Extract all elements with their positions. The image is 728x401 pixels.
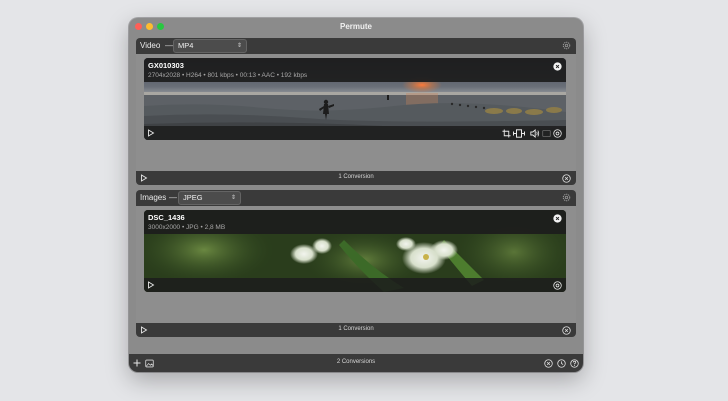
images-format-select[interactable]: JPEG ⇕ — [178, 191, 241, 205]
close-circle-icon[interactable] — [544, 358, 553, 368]
play-icon[interactable] — [147, 281, 155, 289]
image-card-toolbar — [144, 278, 566, 292]
history-icon[interactable] — [557, 358, 566, 368]
images-section-dash: — — [169, 193, 177, 202]
subtitle-icon[interactable] — [542, 129, 551, 138]
video-section-label: Video — [140, 41, 161, 50]
images-section: Images — JPEG ⇕ DSC_1436 3000x2000 • JPG… — [136, 190, 576, 337]
images-format-value: JPEG — [183, 193, 203, 202]
video-format-select[interactable]: MP4 ⇕ — [173, 39, 247, 53]
images-section-label: Images — [140, 193, 167, 202]
app-window: Permute Video — MP4 ⇕ GX010303 2704x2028… — [129, 18, 583, 372]
crop-icon[interactable] — [502, 129, 511, 138]
images-conversion-count: 1 Conversion — [338, 326, 374, 332]
video-card-toolbar — [144, 126, 566, 140]
gear-icon[interactable] — [562, 193, 571, 202]
video-file-meta: 2704x2028 • H264 • 801 kbps • 00:13 • AA… — [148, 72, 308, 79]
image-card-info: DSC_1436 3000x2000 • JPG • 2,8 MB — [144, 210, 566, 234]
minimize-window-button[interactable] — [146, 23, 153, 30]
image-file-meta: 3000x2000 • JPG • 2,8 MB — [148, 224, 226, 231]
close-window-button[interactable] — [135, 23, 142, 30]
volume-icon[interactable] — [530, 129, 540, 138]
help-icon[interactable] — [570, 358, 579, 368]
image-file-name: DSC_1436 — [148, 213, 185, 222]
zoom-window-button[interactable] — [157, 23, 164, 30]
video-section-dash: — — [165, 41, 173, 50]
video-card-info: GX010303 2704x2028 • H264 • 801 kbps • 0… — [144, 58, 566, 82]
bottom-bar: 2 Conversions — [129, 354, 583, 372]
settings-circle-icon[interactable] — [553, 280, 562, 290]
close-circle-icon[interactable] — [562, 173, 571, 183]
images-section-header: Images — JPEG ⇕ — [136, 190, 576, 206]
close-circle-icon[interactable] — [553, 214, 562, 223]
images-section-footer: 1 Conversion — [136, 323, 576, 337]
video-file-name: GX010303 — [148, 61, 184, 70]
video-file-card[interactable]: GX010303 2704x2028 • H264 • 801 kbps • 0… — [144, 58, 566, 140]
gear-icon[interactable] — [562, 41, 571, 50]
video-section: Video — MP4 ⇕ GX010303 2704x2028 • H264 … — [136, 38, 576, 185]
close-circle-icon[interactable] — [553, 62, 562, 71]
window-title: Permute — [339, 22, 372, 31]
select-arrows-icon: ⇕ — [230, 195, 236, 201]
video-conversion-count: 1 Conversion — [338, 174, 374, 180]
settings-circle-icon[interactable] — [553, 128, 562, 138]
video-format-value: MP4 — [178, 41, 194, 50]
trim-icon[interactable] — [513, 129, 525, 138]
video-section-header: Video — MP4 ⇕ — [136, 38, 576, 54]
title-bar[interactable]: Permute — [129, 18, 583, 36]
play-icon[interactable] — [147, 129, 155, 137]
total-conversion-count: 2 Conversions — [336, 359, 376, 365]
video-section-footer: 1 Conversion — [136, 171, 576, 185]
image-file-card[interactable]: DSC_1436 3000x2000 • JPG • 2,8 MB — [144, 210, 566, 292]
select-arrows-icon: ⇕ — [236, 43, 242, 49]
close-circle-icon[interactable] — [562, 325, 571, 335]
